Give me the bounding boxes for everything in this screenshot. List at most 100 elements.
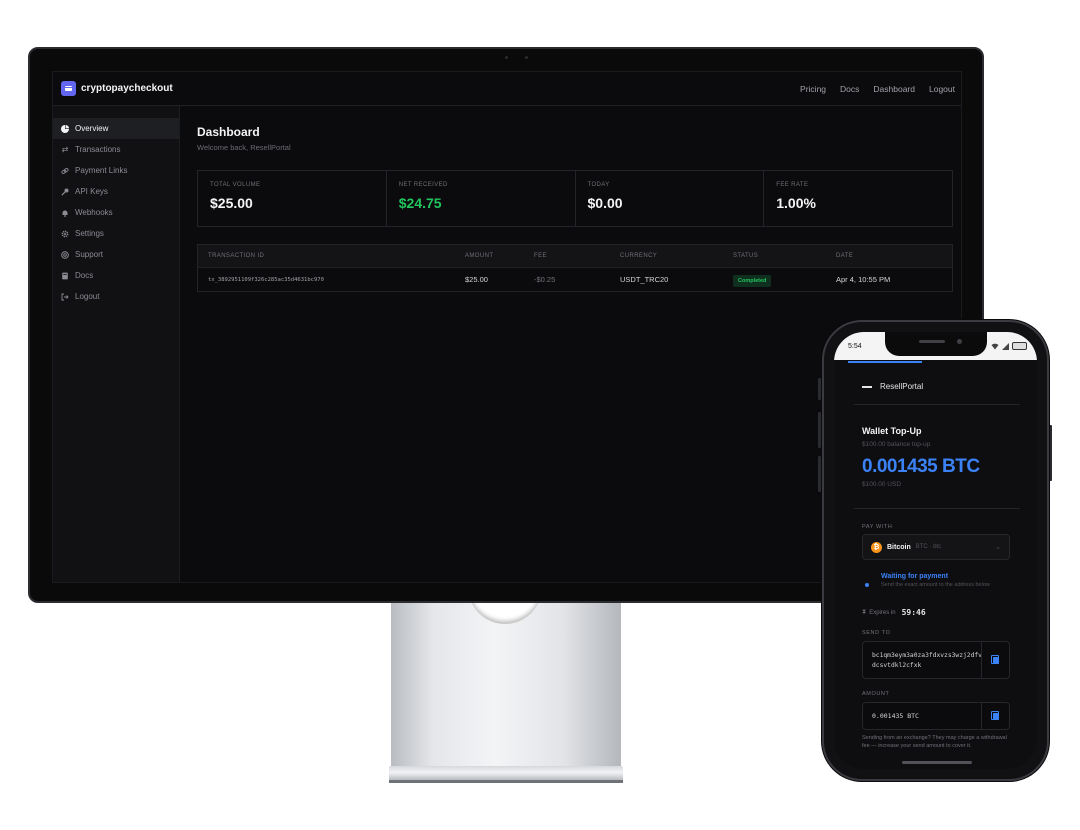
expires-label: Expires in	[869, 609, 896, 616]
crypto-amount: 0.001435 BTC	[862, 456, 980, 477]
sidebar-item-label: Docs	[75, 271, 94, 280]
waiting-title: Waiting for payment	[881, 573, 949, 580]
sidebar-item-transactions[interactable]: ⇄ Transactions	[53, 139, 179, 160]
status-badge: Completed	[733, 275, 772, 287]
copy-address-button[interactable]	[981, 642, 1009, 678]
coin-network-tag: BTC · btc	[915, 544, 942, 550]
sidebar-item-payment-links[interactable]: Payment Links	[53, 160, 179, 181]
nav-logout-link[interactable]: Logout	[929, 84, 955, 94]
logout-icon	[61, 293, 69, 301]
column-header-transaction-id[interactable]: TRANSACTION ID	[208, 253, 264, 259]
column-header-status[interactable]: STATUS	[733, 253, 758, 259]
nav-pricing-link[interactable]: Pricing	[800, 84, 826, 94]
transaction-id-cell: tx_3892951109f326c285ac35d4631bc970	[208, 276, 324, 283]
merchant-name: ResellPortal	[880, 382, 924, 391]
coin-select[interactable]: ₿ Bitcoin BTC · btc ⌄	[862, 534, 1010, 560]
pie-chart-icon	[61, 124, 69, 133]
front-camera	[957, 339, 962, 344]
sidebar-item-settings[interactable]: Settings	[53, 223, 179, 244]
checkout-subtitle: $100.00 balance top-up	[862, 441, 931, 448]
amount-value: 0.001435 BTC	[872, 712, 919, 720]
currency-cell: USDT_TRC20	[620, 275, 669, 284]
page-title: Dashboard	[197, 125, 260, 139]
sidebar-item-api-keys[interactable]: API Keys	[53, 181, 179, 202]
stat-today: TODAY $0.00	[576, 171, 765, 226]
brand-logo-icon	[61, 81, 76, 96]
sidebar-item-label: Support	[75, 250, 104, 259]
exchange-fee-note: Sending from an exchange? They may charg…	[862, 735, 1007, 749]
phone-status-bar: 5:54	[834, 332, 1037, 360]
merchant-logo-icon	[862, 385, 872, 388]
send-to-label: SEND TO	[862, 630, 891, 636]
phone-power-button	[1049, 425, 1052, 481]
sidebar-item-label: Transactions	[75, 145, 121, 154]
sidebar-item-docs[interactable]: Docs	[53, 265, 179, 286]
speaker-grille	[919, 340, 945, 343]
table-row[interactable]: tx_3892951109f326c285ac35d4631bc970 $25.…	[198, 267, 952, 291]
stat-net-received: NET RECEIVED $24.75	[387, 171, 576, 226]
nav-dashboard-link[interactable]: Dashboard	[873, 84, 915, 94]
brand[interactable]: cryptopaycheckout	[61, 81, 173, 96]
copy-icon	[990, 654, 999, 664]
divider	[854, 508, 1020, 509]
stat-label: FEE RATE	[776, 182, 809, 188]
wallet-address-field[interactable]: bc1qm3eym3a0za3fdxvzs3wzj2dfvdcsvtdkl2cf…	[862, 641, 1010, 679]
column-header-date[interactable]: DATE	[836, 253, 853, 259]
status-time: 5:54	[848, 343, 862, 350]
waiting-description: Send the exact amount to the address bel…	[881, 582, 990, 588]
page-subtitle: Welcome back, ResellPortal	[197, 143, 291, 152]
column-header-currency[interactable]: CURRENCY	[620, 253, 657, 259]
amount-cell: $25.00	[465, 275, 488, 284]
stat-value: 1.00%	[776, 195, 816, 211]
status-dot-icon	[865, 583, 869, 587]
stat-label: NET RECEIVED	[398, 182, 448, 188]
sidebar-item-label: Settings	[75, 229, 104, 238]
amount-label: AMOUNT	[862, 691, 890, 697]
phone-volume-up-button	[818, 412, 821, 448]
sidebar-item-webhooks[interactable]: Webhooks	[53, 202, 179, 223]
fiat-amount: $100.00 USD	[862, 481, 902, 488]
table-header-row: TRANSACTION ID AMOUNT FEE CURRENCY STATU…	[198, 245, 952, 267]
stat-value: $24.75	[398, 195, 442, 211]
mobile-phone: 5:54 ResellPortal Wallet Top-Up $100.00 …	[822, 320, 1049, 781]
dynamic-island	[885, 332, 987, 356]
sidebar: Overview ⇄ Transactions Payment Links AP…	[53, 106, 180, 582]
home-indicator	[902, 761, 972, 764]
brand-name: cryptopaycheckout	[81, 83, 173, 94]
sidebar-item-label: Payment Links	[75, 166, 128, 175]
copy-amount-button[interactable]	[981, 703, 1009, 729]
checkout-progress-bar	[848, 361, 922, 363]
sidebar-item-label: Webhooks	[75, 208, 113, 217]
chevron-down-icon: ⌄	[995, 544, 1001, 551]
column-header-fee[interactable]: FEE	[534, 253, 547, 259]
expiry-timer: ⧗ Expires in 59:46	[862, 608, 926, 617]
arrows-swap-icon: ⇄	[61, 144, 69, 154]
checkout-card: ResellPortal Wallet Top-Up $100.00 balan…	[850, 368, 1020, 749]
top-nav-links: Pricing Docs Dashboard Logout	[800, 84, 955, 94]
sidebar-item-logout[interactable]: Logout	[53, 286, 179, 307]
sidebar-item-label: API Keys	[75, 187, 108, 196]
amount-field[interactable]: 0.001435 BTC	[862, 702, 1010, 730]
wifi-icon	[991, 343, 999, 349]
phone-action-button	[818, 378, 821, 400]
sidebar-item-support[interactable]: Support	[53, 244, 179, 265]
status-cell: Completed	[733, 275, 772, 287]
phone-screen: 5:54 ResellPortal Wallet Top-Up $100.00 …	[834, 332, 1037, 769]
sidebar-item-overview[interactable]: Overview	[53, 118, 179, 139]
top-navbar: cryptopaycheckout Pricing Docs Dashboard…	[53, 72, 961, 106]
date-cell: Apr 4, 10:55 PM	[836, 275, 891, 284]
monitor-stand-shadow	[389, 780, 623, 783]
monitor-sensor	[525, 56, 528, 59]
gear-icon	[61, 230, 69, 238]
link-icon	[61, 167, 69, 175]
stat-fee-rate: FEE RATE 1.00%	[764, 171, 952, 226]
expires-countdown: 59:46	[901, 608, 926, 617]
nav-docs-link[interactable]: Docs	[840, 84, 859, 94]
wallet-address: bc1qm3eym3a0za3fdxvzs3wzj2dfvdcsvtdkl2cf…	[872, 652, 982, 669]
book-icon	[61, 272, 69, 280]
coin-name: Bitcoin	[887, 543, 911, 551]
stat-value: $0.00	[587, 195, 623, 211]
monitor-camera	[505, 56, 508, 59]
checkout-title: Wallet Top-Up	[862, 426, 922, 436]
column-header-amount[interactable]: AMOUNT	[465, 253, 493, 259]
